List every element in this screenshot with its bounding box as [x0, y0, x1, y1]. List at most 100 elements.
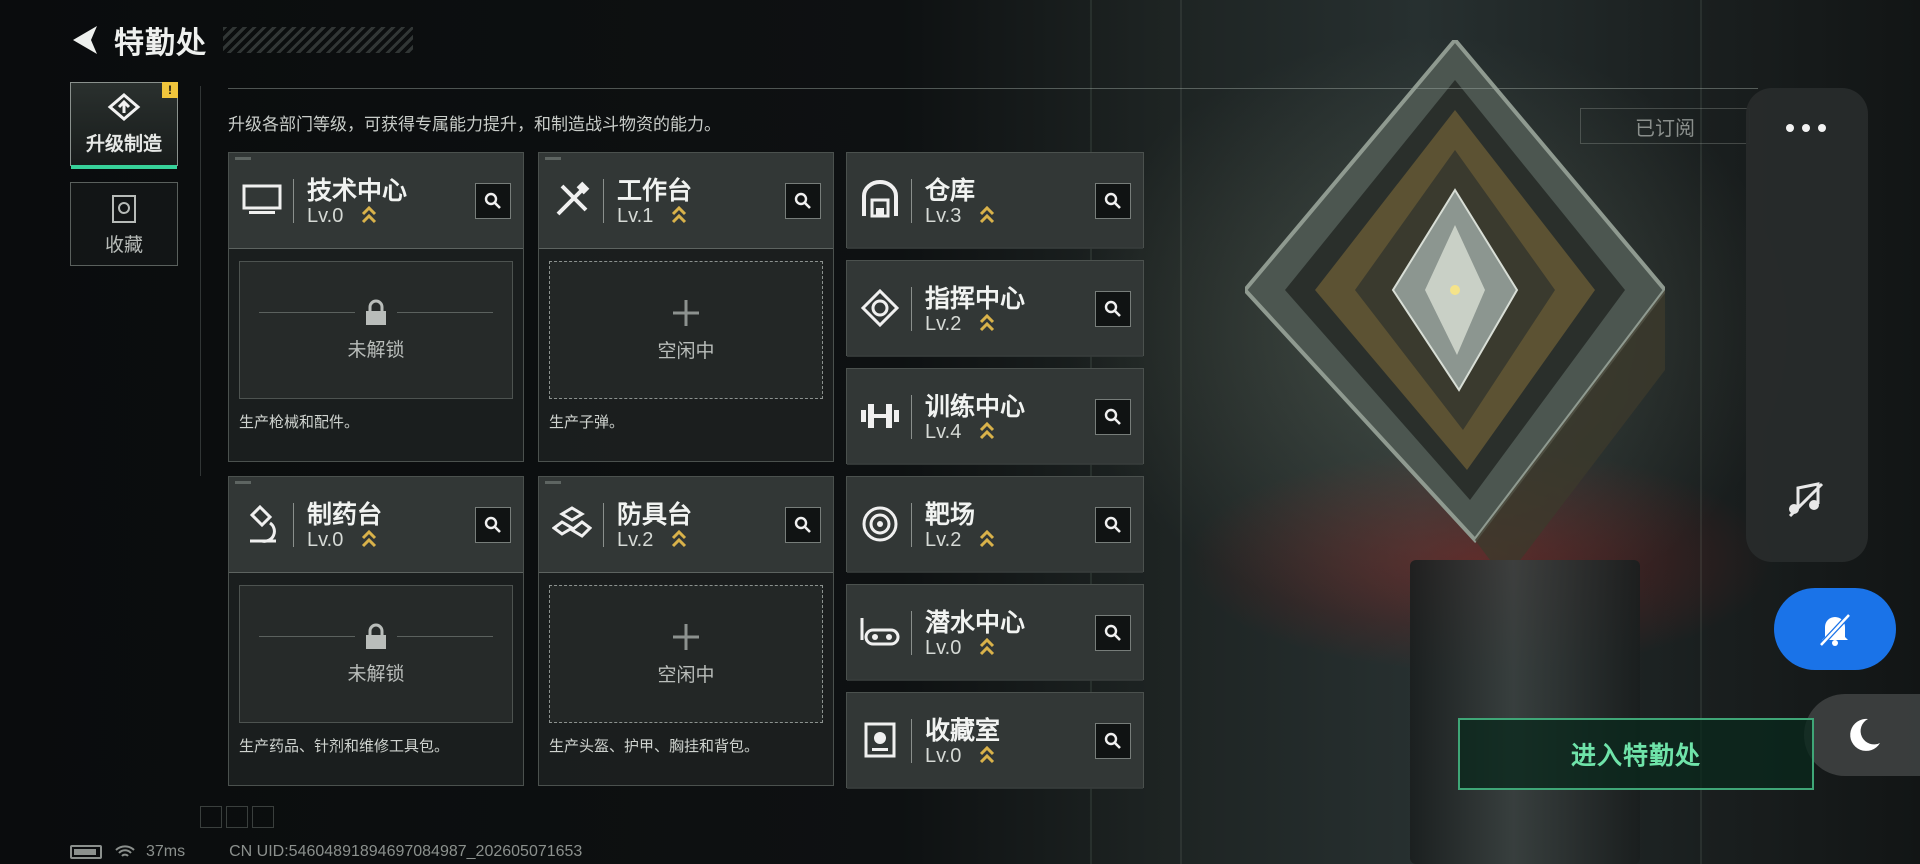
department-name: 训练中心: [925, 393, 1026, 421]
department-note: 生产药品、针剂和维修工具包。: [239, 738, 450, 755]
department-card-warehouse: 仓库 Lv.3: [846, 152, 1144, 249]
upgrade-chevron-icon: [361, 529, 377, 548]
department-name: 指挥中心: [925, 285, 1026, 313]
department-header[interactable]: 工作台 Lv.1: [539, 153, 833, 249]
slot-status: 未解锁: [347, 339, 405, 361]
back-arrow-icon: [73, 26, 97, 54]
department-name: 工作台: [617, 177, 693, 205]
search-button[interactable]: [1095, 615, 1131, 651]
tab-upgrade-manufacture[interactable]: 升级制造 !: [70, 82, 178, 169]
search-icon: [1104, 516, 1121, 533]
search-button[interactable]: [475, 507, 511, 543]
department-level: Lv.0: [307, 529, 344, 551]
search-icon: [484, 192, 501, 209]
department-name: 靶场: [925, 501, 976, 529]
back-button[interactable]: [64, 18, 108, 62]
department-card-shooting-range: 靶场 Lv.2: [846, 476, 1144, 573]
collection-room-icon: [857, 715, 903, 765]
department-header[interactable]: 靶场 Lv.2: [847, 477, 1143, 573]
search-button[interactable]: [785, 183, 821, 219]
department-card-diving-center: 潜水中心 Lv.0: [846, 584, 1144, 681]
night-mode-button[interactable]: [1804, 694, 1920, 776]
page-header: 特勤处: [64, 18, 413, 62]
department-level: Lv.3: [925, 205, 962, 227]
department-name: 技术中心: [307, 177, 408, 205]
department-header[interactable]: 防具台 Lv.2: [539, 477, 833, 573]
department-header[interactable]: 训练中心 Lv.4: [847, 369, 1143, 465]
search-button[interactable]: [785, 507, 821, 543]
warehouse-icon: [857, 175, 903, 225]
department-note: 生产枪械和配件。: [239, 414, 360, 431]
department-level: Lv.2: [617, 529, 654, 551]
upgrade-chevron-icon: [979, 745, 995, 764]
department-card-tech-center: 技术中心 Lv.0 未解锁 生产枪械和配件。: [228, 152, 524, 462]
department-name: 防具台: [617, 501, 693, 529]
lock-icon: [366, 299, 386, 325]
subscribed-label[interactable]: 已订阅: [1580, 108, 1750, 144]
tab-collection[interactable]: 收藏: [70, 182, 178, 266]
upgrade-icon: [107, 92, 141, 121]
upgrade-chevron-icon: [361, 205, 377, 224]
collection-icon: [112, 194, 136, 223]
upgrade-chevron-icon: [979, 313, 995, 332]
search-button[interactable]: [1095, 183, 1131, 219]
tab-label: 升级制造: [85, 133, 162, 155]
production-slot[interactable]: 未解锁: [239, 585, 513, 723]
plus-icon: [673, 299, 699, 326]
search-button[interactable]: [1095, 291, 1131, 327]
department-header[interactable]: 制药台 Lv.0: [229, 477, 523, 573]
production-slot[interactable]: 空闲中: [549, 585, 823, 723]
sidebar-divider: [200, 86, 201, 476]
department-level: Lv.1: [617, 205, 654, 227]
more-options-icon[interactable]: [1786, 124, 1826, 132]
floating-menu-panel: [1746, 88, 1868, 562]
page-title: 特勤处: [114, 27, 207, 60]
music-off-icon[interactable]: [1784, 478, 1828, 522]
command-icon: [857, 283, 903, 333]
department-level: Lv.0: [925, 745, 962, 767]
upgrade-chevron-icon: [979, 421, 995, 440]
bottom-decoration: [200, 806, 274, 828]
department-card-pharmacy: 制药台 Lv.0 未解锁 生产药品、针剂和维修工具包。: [228, 476, 524, 786]
department-header[interactable]: 仓库 Lv.3: [847, 153, 1143, 249]
target-icon: [857, 499, 903, 549]
search-button[interactable]: [1095, 723, 1131, 759]
wifi-icon: [115, 845, 135, 857]
search-icon: [484, 516, 501, 533]
bell-off-icon: [1819, 613, 1851, 647]
enter-special-ops-button[interactable]: 进入特勤处: [1458, 718, 1814, 790]
department-header[interactable]: 收藏室 Lv.0: [847, 693, 1143, 789]
search-icon: [1104, 408, 1121, 425]
slot-status: 空闲中: [657, 340, 715, 362]
battery-icon: [70, 845, 102, 859]
slot-status: 未解锁: [347, 663, 405, 685]
mute-notifications-button[interactable]: [1774, 588, 1896, 670]
search-button[interactable]: [1095, 399, 1131, 435]
search-button[interactable]: [1095, 507, 1131, 543]
upgrade-chevron-icon: [671, 205, 687, 224]
tab-label: 收藏: [104, 234, 143, 256]
production-slot[interactable]: 未解锁: [239, 261, 513, 399]
plus-icon: [673, 623, 699, 650]
department-level: Lv.4: [925, 421, 962, 443]
department-header[interactable]: 指挥中心 Lv.2: [847, 261, 1143, 357]
upgrade-chevron-icon: [671, 529, 687, 548]
upgrade-chevron-icon: [979, 205, 995, 224]
production-slot[interactable]: 空闲中: [549, 261, 823, 399]
search-button[interactable]: [475, 183, 511, 219]
armor-cubes-icon: [549, 499, 595, 549]
active-tab-indicator: [71, 165, 177, 169]
notify-badge: !: [162, 82, 178, 98]
department-header[interactable]: 潜水中心 Lv.0: [847, 585, 1143, 681]
search-icon: [794, 516, 811, 533]
department-note: 生产子弹。: [549, 414, 625, 431]
header-divider: [228, 88, 1758, 89]
department-level: Lv.0: [925, 637, 962, 659]
page-description: 升级各部门等级，可获得专属能力提升，和制造战斗物资的能力。: [228, 115, 721, 134]
search-icon: [794, 192, 811, 209]
upgrade-chevron-icon: [979, 529, 995, 548]
search-icon: [1104, 192, 1121, 209]
search-icon: [1104, 732, 1121, 749]
department-level: Lv.2: [925, 313, 962, 335]
department-header[interactable]: 技术中心 Lv.0: [229, 153, 523, 249]
